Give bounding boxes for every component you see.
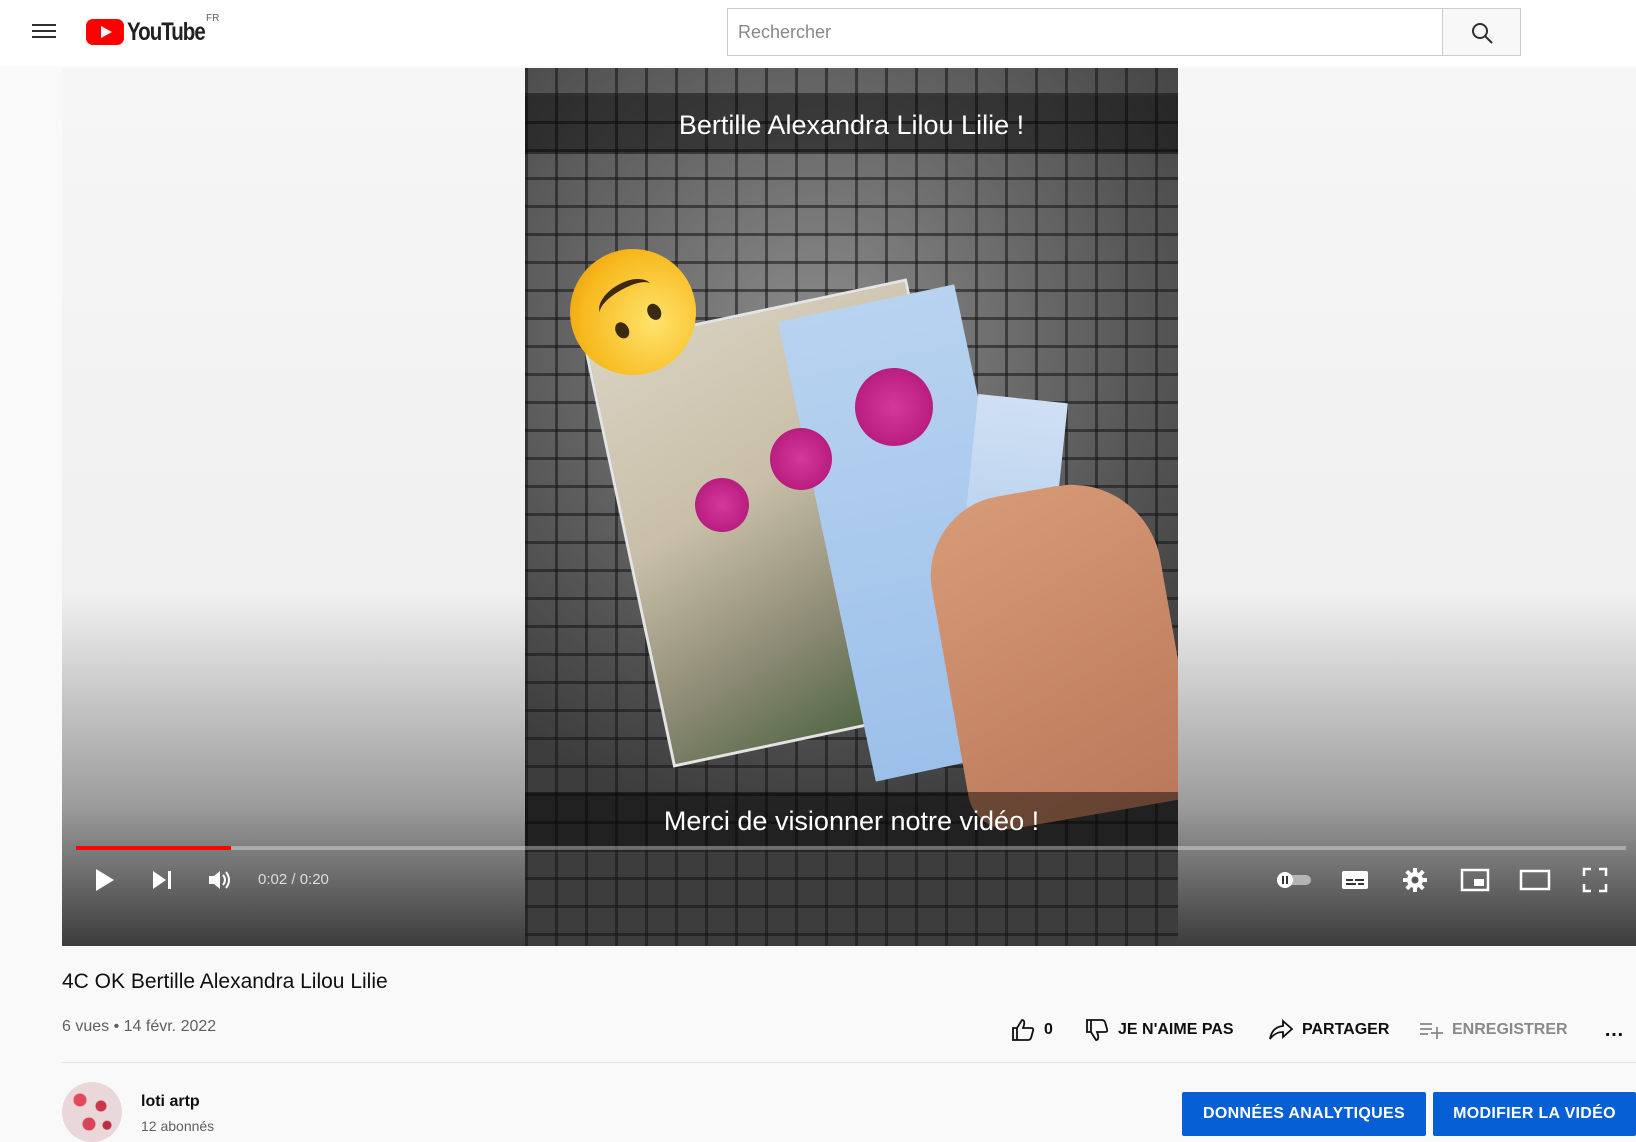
- save-button[interactable]: ENREGISTRER: [1418, 1010, 1568, 1050]
- save-icon: [1420, 1023, 1443, 1039]
- dislike-label: JE N'AIME PAS: [1118, 1021, 1234, 1038]
- menu-icon[interactable]: [30, 20, 58, 44]
- fullscreen-icon: [1582, 867, 1608, 893]
- meta-separator: •: [113, 1018, 124, 1035]
- video-player[interactable]: Bertille Alexandra Lilou Lilie ! Merci d…: [62, 68, 1636, 946]
- like-count: 0: [1044, 1021, 1053, 1038]
- progress-fill: [76, 846, 231, 850]
- search-box: [727, 8, 1443, 56]
- overlay-caption-bottom: Merci de visionner notre vidéo !: [525, 792, 1178, 850]
- divider: [62, 1062, 1636, 1063]
- dislike-icon: [1086, 1019, 1109, 1041]
- view-count: 6 vues: [62, 1018, 110, 1035]
- dislike-button[interactable]: JE N'AIME PAS: [1084, 1010, 1234, 1050]
- autoplay-toggle[interactable]: [1272, 856, 1318, 904]
- next-button[interactable]: [142, 856, 182, 904]
- next-icon: [153, 871, 171, 889]
- video-frame[interactable]: Bertille Alexandra Lilou Lilie ! Merci d…: [525, 68, 1178, 946]
- edit-video-button[interactable]: MODIFIER LA VIDÉO: [1433, 1092, 1636, 1136]
- umbrella: [855, 368, 933, 446]
- settings-icon: [1403, 868, 1427, 892]
- time-display: 0:02 / 0:20: [258, 871, 329, 888]
- player-controls: 0:02 / 0:20: [62, 856, 1636, 904]
- share-icon: [1269, 1018, 1294, 1040]
- region-code: FR: [206, 13, 220, 24]
- like-button[interactable]: 0: [1010, 1010, 1053, 1050]
- search-icon: [1472, 23, 1493, 44]
- miniplayer-button[interactable]: [1452, 856, 1498, 904]
- youtube-logo[interactable]: YouTube: [86, 16, 222, 48]
- share-button[interactable]: PARTAGER: [1268, 1010, 1389, 1050]
- like-icon: [1012, 1019, 1035, 1041]
- play-button[interactable]: [84, 856, 124, 904]
- theater-button[interactable]: [1512, 856, 1558, 904]
- youtube-logo-icon: [86, 19, 124, 45]
- subtitles-icon: [1342, 871, 1368, 889]
- avatar[interactable]: [62, 1082, 122, 1142]
- search-input[interactable]: [728, 9, 1442, 55]
- theater-icon: [1519, 869, 1551, 891]
- more-icon: …: [1604, 1018, 1624, 1041]
- play-icon: [96, 869, 114, 891]
- fullscreen-button[interactable]: [1572, 856, 1618, 904]
- video-title: 4C OK Bertille Alexandra Lilou Lilie: [62, 970, 388, 993]
- analytics-button[interactable]: DONNÉES ANALYTIQUES: [1182, 1092, 1426, 1136]
- more-button[interactable]: …: [1604, 1010, 1624, 1050]
- umbrella: [695, 478, 749, 532]
- volume-icon: [209, 871, 230, 889]
- volume-button[interactable]: [200, 856, 240, 904]
- share-label: PARTAGER: [1302, 1021, 1390, 1038]
- logo-text: YouTube: [127, 17, 206, 46]
- subtitles-button[interactable]: [1332, 856, 1378, 904]
- upload-date: 14 févr. 2022: [123, 1018, 217, 1035]
- masthead: YouTube FR: [0, 0, 1636, 66]
- settings-button[interactable]: [1392, 856, 1438, 904]
- autoplay-toggle-icon: [1277, 872, 1311, 888]
- search-button[interactable]: [1443, 8, 1521, 56]
- hand: [918, 470, 1178, 836]
- overlay-caption-top: Bertille Alexandra Lilou Lilie !: [525, 96, 1178, 154]
- umbrella: [770, 428, 832, 490]
- video-meta: 6 vues • 14 févr. 2022: [62, 1018, 216, 1036]
- channel-name[interactable]: loti artp: [141, 1093, 200, 1111]
- miniplayer-icon: [1460, 868, 1490, 892]
- save-label: ENREGISTRER: [1452, 1021, 1568, 1038]
- progress-bar[interactable]: [76, 846, 1626, 850]
- subscriber-count: 12 abonnés: [141, 1118, 215, 1134]
